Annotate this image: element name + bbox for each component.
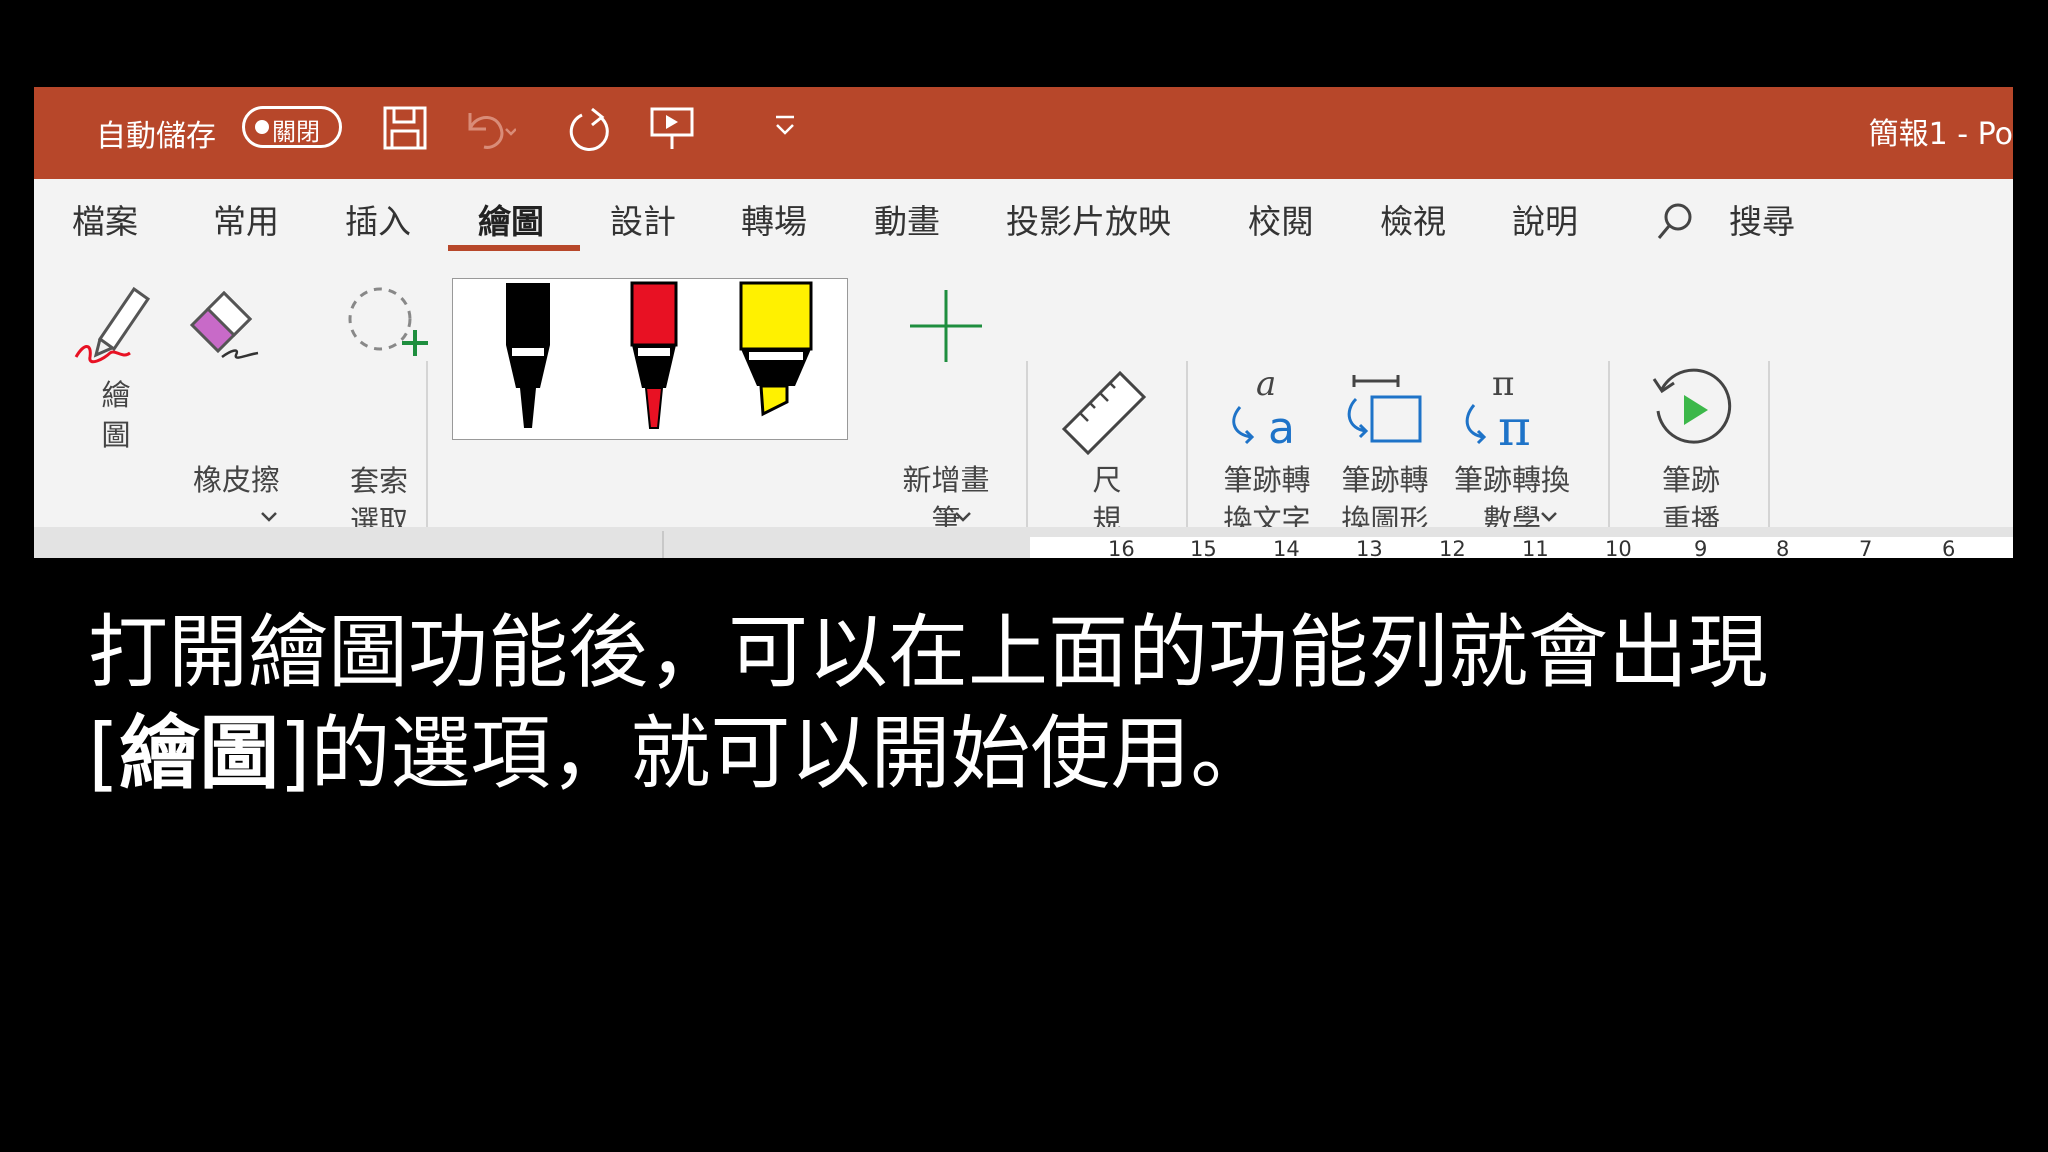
autosave-toggle-label: 關閉 bbox=[272, 118, 320, 146]
toggle-knob bbox=[255, 120, 269, 134]
save-icon[interactable] bbox=[382, 103, 428, 155]
autosave-toggle[interactable]: 關閉 bbox=[242, 106, 342, 148]
search-icon[interactable] bbox=[1654, 199, 1696, 243]
autosave-label: 自動儲存 bbox=[96, 119, 216, 154]
caption-line-2: [繪圖]的選項，就可以開始使用。 bbox=[88, 703, 1988, 804]
ruler-number: 16 bbox=[1108, 537, 1135, 558]
ruler-number: 9 bbox=[1694, 537, 1708, 558]
customize-quick-access-icon[interactable] bbox=[772, 113, 800, 139]
ruler-number: 14 bbox=[1273, 537, 1300, 558]
tab-slideshow[interactable]: 投影片放映 bbox=[1006, 195, 1171, 243]
tab-file[interactable]: 檔案 bbox=[72, 195, 138, 243]
ruler-number: 7 bbox=[1859, 537, 1873, 558]
title-bar: 自動儲存 關閉 簡報1 - Po bbox=[34, 87, 2013, 179]
tab-view[interactable]: 檢視 bbox=[1380, 195, 1446, 243]
tab-transitions[interactable]: 轉場 bbox=[741, 195, 807, 243]
tab-draw[interactable]: 繪圖 bbox=[478, 195, 544, 243]
caption-bold-term: 繪圖 bbox=[119, 707, 280, 800]
draw-ribbon bbox=[34, 261, 2013, 509]
caption-line-2-rest: 的選項，就可以開始使用。 bbox=[310, 707, 1271, 800]
undo-icon[interactable] bbox=[462, 103, 516, 155]
caption-bracket-close: ] bbox=[279, 707, 311, 800]
tab-design[interactable]: 設計 bbox=[610, 195, 676, 243]
ruler-number: 8 bbox=[1776, 537, 1790, 558]
caption-line-1: 打開繪圖功能後，可以在上面的功能列就會出現 bbox=[88, 606, 1768, 699]
tab-review[interactable]: 校閱 bbox=[1248, 195, 1314, 243]
ruler-number: 11 bbox=[1522, 537, 1549, 558]
eraser-dropdown-chevron-icon[interactable] bbox=[260, 511, 278, 525]
ruler-number: 6 bbox=[1942, 537, 1956, 558]
pane-divider bbox=[662, 531, 664, 558]
document-title: 簡報1 - Po bbox=[1868, 117, 2013, 152]
redo-icon[interactable] bbox=[564, 103, 618, 157]
tab-help[interactable]: 說明 bbox=[1512, 195, 1578, 243]
caption-bracket-open: [ bbox=[88, 707, 120, 800]
add-pen-dropdown-chevron-icon[interactable] bbox=[954, 511, 972, 525]
ruler-number: 15 bbox=[1190, 537, 1217, 558]
caption-text: 打開繪圖功能後，可以在上面的功能列就會出現 [繪圖]的選項，就可以開始使用。 bbox=[88, 602, 1988, 804]
tab-insert[interactable]: 插入 bbox=[345, 195, 411, 243]
tab-home[interactable]: 常用 bbox=[213, 195, 279, 243]
ruler-number: 10 bbox=[1605, 537, 1632, 558]
active-tab-indicator bbox=[448, 245, 580, 251]
present-from-beginning-icon[interactable] bbox=[648, 103, 698, 155]
search-label[interactable]: 搜尋 bbox=[1729, 195, 1795, 243]
ruler-number: 13 bbox=[1356, 537, 1383, 558]
ruler-number: 12 bbox=[1439, 537, 1466, 558]
tab-animations[interactable]: 動畫 bbox=[874, 195, 940, 243]
ink-to-math-dropdown-chevron-icon[interactable] bbox=[1540, 511, 1558, 525]
powerpoint-window: 自動儲存 關閉 簡報1 - Po 檔案 常用 插入 繪圖 設計 轉場 動畫 投影… bbox=[34, 87, 2013, 558]
